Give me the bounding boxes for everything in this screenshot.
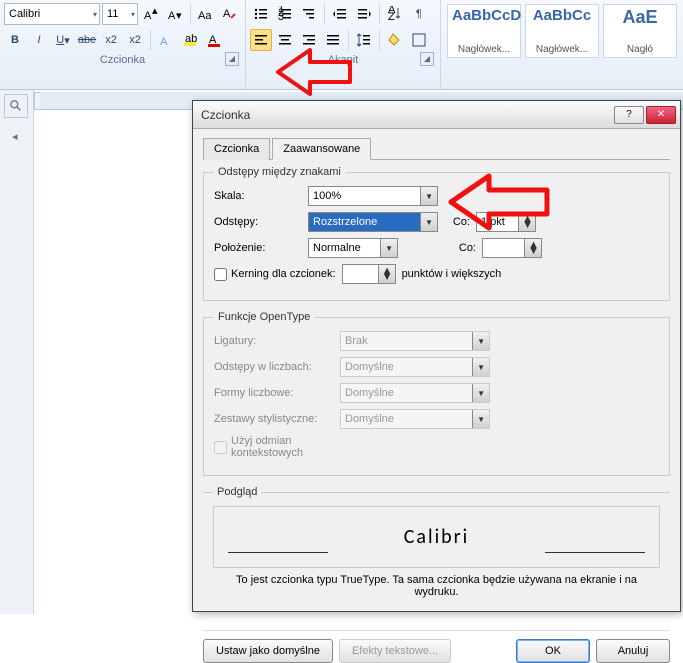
- dialog-tabs: Czcionka Zaawansowane: [203, 137, 670, 160]
- position-label: Położenie:: [214, 242, 302, 254]
- number-spacing-select: Domyślne▼: [340, 357, 490, 377]
- style-item[interactable]: AaENagłó: [603, 4, 677, 58]
- font-color-button[interactable]: A: [203, 29, 225, 51]
- text-effects-button: Efekty tekstowe...: [339, 639, 451, 663]
- ok-button[interactable]: OK: [516, 639, 590, 663]
- svg-text:▾: ▾: [176, 10, 182, 22]
- font-size-value: 11: [107, 8, 118, 20]
- font-dialog-launcher[interactable]: ◢: [225, 52, 239, 66]
- numbering-button[interactable]: 123: [274, 3, 296, 25]
- subscript-button[interactable]: x2: [100, 29, 122, 51]
- preview-box: Calibri: [213, 506, 660, 568]
- align-left-button[interactable]: [250, 29, 272, 51]
- style-item[interactable]: AaBbCcDNagłówek...: [447, 4, 521, 58]
- shrink-font-button[interactable]: A▾: [164, 3, 186, 25]
- kerning-after-label: punktów i większych: [402, 268, 502, 280]
- text-effects-button[interactable]: A: [155, 29, 177, 51]
- contextual-checkbox: Użyj odmian kontekstowych: [214, 435, 302, 459]
- kerning-checkbox[interactable]: Kerning dla czcionek:: [214, 268, 336, 281]
- position-select[interactable]: Normalne▼: [308, 238, 398, 258]
- font-size-select[interactable]: 11: [102, 3, 138, 25]
- svg-text:A: A: [144, 10, 152, 22]
- number-forms-select: Domyślne▼: [340, 383, 490, 403]
- ribbon-group-styles: AaBbCcDNagłówek... AaBbCcNagłówek... AaE…: [441, 0, 683, 89]
- character-spacing-group: Odstępy między znakami Skala: 100%▼ Odst…: [203, 166, 670, 301]
- svg-text:A: A: [223, 8, 231, 20]
- paragraph-dialog-launcher[interactable]: ◢: [420, 52, 434, 66]
- strikethrough-button[interactable]: abe: [76, 29, 98, 51]
- dialog-titlebar[interactable]: Czcionka ? ✕: [193, 101, 680, 129]
- svg-text:A: A: [160, 36, 168, 48]
- kerning-spinner[interactable]: ▲▼: [342, 264, 396, 284]
- preview-group: Podgląd Calibri To jest czcionka typu Tr…: [203, 486, 670, 620]
- bullets-button[interactable]: [250, 3, 272, 25]
- svg-text:A: A: [168, 10, 176, 22]
- underline-button[interactable]: U ▾: [52, 29, 74, 51]
- clear-format-button[interactable]: A: [219, 3, 241, 25]
- stylistic-sets-select: Domyślne▼: [340, 409, 490, 429]
- spacing-label: Odstępy:: [214, 216, 302, 228]
- bold-button[interactable]: B: [4, 29, 26, 51]
- ribbon-group-font: Calibri 11 A▴ A▾ Aa A B I U ▾ abe x2 x2 …: [0, 0, 246, 89]
- line-spacing-button[interactable]: [353, 29, 375, 51]
- spacing-select[interactable]: Rozstrzelone▼: [308, 212, 438, 232]
- superscript-button[interactable]: x2: [124, 29, 146, 51]
- svg-text:▴: ▴: [152, 6, 158, 17]
- cancel-button[interactable]: Anuluj: [596, 639, 670, 663]
- scale-select[interactable]: 100%▼: [308, 186, 438, 206]
- tab-font[interactable]: Czcionka: [203, 138, 270, 160]
- style-item[interactable]: AaBbCcNagłówek...: [525, 4, 599, 58]
- close-button[interactable]: ✕: [646, 106, 676, 124]
- dialog-title: Czcionka: [201, 108, 612, 122]
- svg-text:3: 3: [278, 11, 284, 22]
- navigation-strip: ◂: [0, 90, 34, 614]
- preview-note: To jest czcionka typu TrueType. Ta sama …: [213, 574, 660, 598]
- set-default-button[interactable]: Ustaw jako domyślne: [203, 639, 333, 663]
- shading-button[interactable]: [384, 29, 406, 51]
- decrease-indent-button[interactable]: [329, 3, 351, 25]
- svg-text:Aa: Aa: [198, 10, 212, 22]
- grow-font-button[interactable]: A▴: [140, 3, 162, 25]
- multilevel-button[interactable]: [298, 3, 320, 25]
- font-name-value: Calibri: [9, 8, 40, 20]
- annotation-arrow-icon: [270, 44, 356, 102]
- font-dialog: Czcionka ? ✕ Czcionka Zaawansowane Odstę…: [192, 100, 681, 612]
- highlight-button[interactable]: ab: [179, 29, 201, 51]
- italic-button[interactable]: I: [28, 29, 50, 51]
- sort-button[interactable]: AZ: [384, 3, 406, 25]
- svg-text:Z: Z: [388, 11, 395, 22]
- svg-text:ab: ab: [185, 33, 197, 45]
- opentype-group: Funkcje OpenType Ligatury:Brak▼ Odstępy …: [203, 311, 670, 476]
- ligatures-select: Brak▼: [340, 331, 490, 351]
- position-by-label: Co:: [450, 242, 476, 254]
- show-marks-button[interactable]: ¶: [408, 3, 430, 25]
- ribbon-group-font-label: Czcionka ◢: [4, 52, 241, 68]
- collapse-icon[interactable]: ◂: [12, 130, 18, 143]
- borders-button[interactable]: [408, 29, 430, 51]
- scale-label: Skala:: [214, 190, 302, 202]
- change-case-button[interactable]: Aa: [195, 3, 217, 25]
- tab-advanced[interactable]: Zaawansowane: [272, 138, 371, 160]
- help-button[interactable]: ?: [614, 106, 644, 124]
- annotation-arrow-icon: [443, 170, 555, 234]
- search-icon[interactable]: [4, 94, 28, 118]
- increase-indent-button[interactable]: [353, 3, 375, 25]
- preview-text: Calibri: [404, 525, 470, 549]
- position-by-spinner[interactable]: ▲▼: [482, 238, 542, 258]
- font-name-select[interactable]: Calibri: [4, 3, 100, 25]
